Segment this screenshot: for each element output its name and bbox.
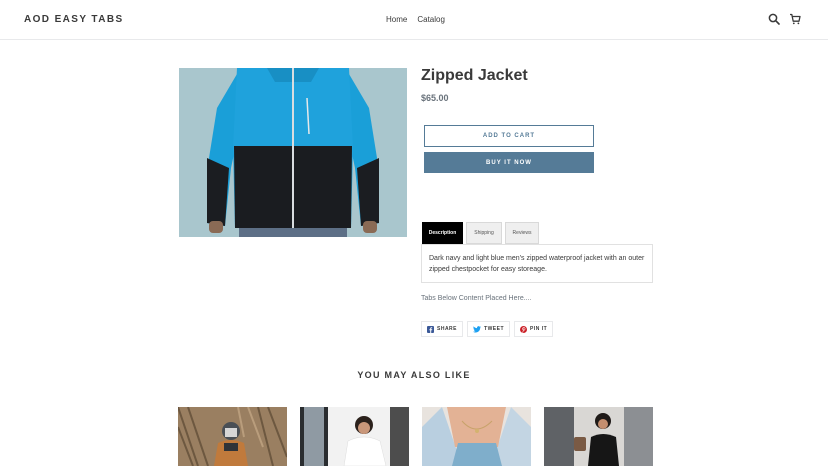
tab-reviews[interactable]: Reviews — [505, 222, 539, 244]
share-pinterest-button[interactable]: PIN IT — [514, 321, 554, 337]
share-facebook-label: SHARE — [437, 326, 458, 332]
related-products-title: YOU MAY ALSO LIKE — [357, 370, 471, 380]
jacket-photo — [179, 68, 407, 237]
product-title: Zipped Jacket — [421, 67, 528, 84]
related-product-image — [422, 407, 531, 466]
product-price: $65.00 — [421, 93, 449, 103]
pinterest-icon — [520, 325, 528, 333]
related-product-image — [544, 407, 653, 466]
social-share: SHARE TWEET PIN IT — [421, 321, 554, 337]
related-product-image — [300, 407, 409, 466]
product-image[interactable] — [179, 68, 407, 237]
related-product-card[interactable] — [300, 407, 409, 466]
buy-now-button[interactable]: BUY IT NOW — [424, 152, 594, 173]
site-header: AOD EASY TABS Home Catalog — [0, 0, 828, 40]
related-product-card[interactable] — [544, 407, 653, 466]
add-to-cart-button[interactable]: ADD TO CART — [424, 125, 594, 147]
nav-catalog-link[interactable]: Catalog — [417, 15, 445, 24]
tab-content-description: Dark navy and light blue men's zipped wa… — [421, 244, 653, 283]
tabs-below-content: Tabs Below Content Placed Here.... — [421, 295, 532, 302]
cart-icon[interactable] — [789, 13, 801, 25]
twitter-icon — [473, 325, 482, 332]
related-product-image — [178, 407, 287, 466]
store-logo[interactable]: AOD EASY TABS — [24, 14, 124, 25]
share-twitter-button[interactable]: TWEET — [467, 321, 511, 337]
tab-shipping[interactable]: Shipping — [466, 222, 502, 244]
product-tabs: Description Shipping Reviews — [422, 222, 539, 244]
share-pinterest-label: PIN IT — [530, 326, 548, 332]
facebook-icon — [427, 325, 434, 333]
related-product-card[interactable] — [178, 407, 287, 466]
tab-description[interactable]: Description — [422, 222, 463, 244]
nav-home-link[interactable]: Home — [386, 15, 407, 24]
related-product-card[interactable] — [422, 407, 531, 466]
share-twitter-label: TWEET — [484, 326, 505, 332]
main-nav: Home Catalog — [386, 15, 445, 24]
share-facebook-button[interactable]: SHARE — [421, 321, 464, 337]
search-icon[interactable] — [768, 13, 780, 25]
